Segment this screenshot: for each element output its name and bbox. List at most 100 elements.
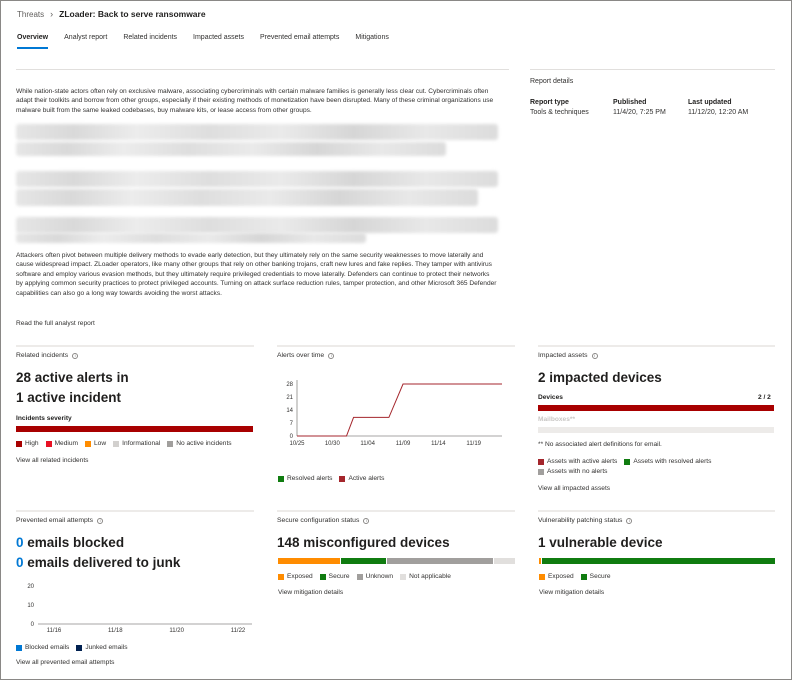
- report-type-column: Report type Tools & techniques: [530, 98, 589, 118]
- mailboxes-note: ** No associated alert definitions for e…: [538, 441, 662, 448]
- not-applicable-bar-segment: [494, 558, 515, 564]
- legend-swatch: [16, 644, 22, 651]
- legend-blocked-emails: Blocked emails: [16, 644, 69, 651]
- redacted-text-block: [16, 233, 366, 243]
- info-icon[interactable]: i: [328, 352, 335, 359]
- legend-label: Assets with active alerts: [547, 458, 618, 465]
- secure-config-title: Secure configuration status: [277, 517, 360, 524]
- tab-overview[interactable]: Overview: [17, 34, 49, 49]
- overview-paragraph-2: Attackers often pivot between multiple d…: [16, 252, 497, 297]
- overview-paragraph-1: While nation-state actors often rely on …: [16, 88, 494, 114]
- incidents-severity-label: Incidents severity: [16, 415, 72, 422]
- x-tick-label: 11/18: [108, 628, 123, 634]
- legend-unknown: Unknown: [356, 573, 393, 580]
- legend-assets-resolved-alerts: Assets with resolved alerts: [624, 458, 711, 465]
- legend-label: Junked emails: [85, 644, 128, 651]
- tab-analyst-report[interactable]: Analyst report: [64, 34, 107, 49]
- report-type-value: Tools & techniques: [530, 109, 589, 116]
- legend-label: Medium: [54, 440, 79, 447]
- legend-secure: Secure: [580, 573, 611, 580]
- y-tick-label: 0: [290, 434, 294, 440]
- vuln-patching-card-title: Vulnerability patching status i: [538, 517, 633, 524]
- x-tick-label: 11/20: [169, 628, 184, 634]
- impacted-assets-headline: 2 impacted devices: [538, 370, 662, 385]
- legend-low: Low: [85, 440, 106, 447]
- legend-swatch: [45, 440, 52, 447]
- alerts-over-time-chart: 0 7 14 21 28 10/25 10/30 11/04 11/09 11/14 11/19: [286, 380, 502, 447]
- legend-swatch: [278, 573, 284, 580]
- last-updated-value: 11/12/20, 12:20 AM: [688, 109, 749, 116]
- redacted-text-block: [16, 171, 498, 187]
- legend-swatch: [538, 468, 544, 475]
- legend-swatch: [539, 573, 545, 580]
- vuln-patching-legend: Exposed Secure: [539, 573, 611, 580]
- y-tick-label: 20: [27, 584, 34, 590]
- legend-junked-emails: Junked emails: [76, 644, 128, 651]
- legend-label: Secure: [328, 573, 350, 580]
- tab-related-incidents[interactable]: Related incidents: [123, 34, 177, 49]
- incidents-severity-bar: [16, 426, 253, 432]
- legend-swatch: [356, 573, 363, 580]
- divider: [16, 69, 509, 70]
- alerts-over-time-card-title: Alerts over time i: [277, 352, 335, 359]
- emails-junk-headline: 0 emails delivered to junk: [16, 553, 180, 572]
- tab-prevented-email-attempts[interactable]: Prevented email attempts: [260, 34, 339, 49]
- legend-label: Blocked emails: [25, 644, 70, 651]
- legend-label: Active alerts: [348, 475, 385, 482]
- active-alerts-line: [297, 383, 502, 437]
- view-related-incidents-link[interactable]: View all related incidents: [16, 457, 88, 464]
- devices-value: 2 / 2: [758, 394, 771, 401]
- card-divider: [16, 345, 254, 347]
- view-impacted-assets-link[interactable]: View all impacted assets: [538, 485, 610, 492]
- secure-config-card-title: Secure configuration status i: [277, 517, 370, 524]
- info-icon[interactable]: i: [626, 517, 633, 524]
- read-full-report-link[interactable]: Read the full analyst report: [16, 320, 95, 327]
- legend-label: Informational: [122, 440, 161, 447]
- impacted-assets-title: Impacted assets: [538, 352, 588, 359]
- prevented-email-chart: 0 10 20 11/16 11/18 11/20 11/22: [27, 584, 252, 634]
- view-mitigation-details-link[interactable]: View mitigation details: [539, 589, 604, 596]
- view-mitigation-details-link[interactable]: View mitigation details: [278, 589, 343, 596]
- alerts-legend: Resolved alerts Active alerts: [278, 475, 384, 482]
- breadcrumb-threats-link[interactable]: Threats: [17, 10, 44, 19]
- tab-impacted-assets[interactable]: Impacted assets: [193, 34, 244, 49]
- exposed-bar-segment: [539, 558, 541, 564]
- y-tick-label: 14: [286, 408, 293, 414]
- x-tick-label: 11/19: [466, 441, 481, 447]
- y-tick-label: 0: [31, 622, 35, 628]
- info-icon[interactable]: i: [97, 517, 104, 524]
- legend-swatch: [400, 573, 407, 580]
- y-tick-label: 7: [290, 421, 294, 427]
- info-icon[interactable]: i: [363, 517, 370, 524]
- legend-label: High: [25, 440, 39, 447]
- report-type-label: Report type: [530, 99, 569, 106]
- x-tick-label: 10/25: [289, 441, 305, 447]
- info-icon[interactable]: i: [591, 352, 598, 359]
- prevented-email-card-title: Prevented email attempts i: [16, 517, 104, 524]
- x-tick-label: 11/22: [231, 628, 246, 634]
- published-value: 11/4/20, 7:25 PM: [613, 109, 666, 116]
- legend-swatch: [538, 458, 544, 465]
- legend-label: Resolved alerts: [287, 475, 333, 482]
- incidents-severity-legend: High Medium Low Informational No active …: [16, 440, 256, 447]
- last-updated-label: Last updated: [688, 99, 732, 106]
- tab-bar: Overview Analyst report Related incident…: [17, 34, 389, 49]
- published-column: Published 11/4/20, 7:25 PM: [613, 98, 666, 118]
- legend-swatch: [624, 458, 631, 465]
- prevented-email-title: Prevented email attempts: [16, 517, 94, 524]
- card-divider: [277, 510, 515, 512]
- legend-not-applicable: Not applicable: [400, 573, 451, 580]
- divider: [530, 69, 775, 70]
- related-incidents-title: Related incidents: [16, 352, 69, 359]
- x-tick-label: 11/09: [396, 441, 411, 447]
- info-icon[interactable]: i: [72, 352, 79, 359]
- redacted-text-block: [16, 217, 498, 233]
- legend-swatch: [278, 475, 284, 482]
- x-tick-label: 10/30: [325, 441, 341, 447]
- tab-mitigations[interactable]: Mitigations: [355, 34, 388, 49]
- alerts-over-time-title: Alerts over time: [277, 352, 325, 359]
- view-prevented-email-link[interactable]: View all prevented email attempts: [16, 659, 114, 666]
- x-tick-label: 11/14: [431, 441, 446, 447]
- secure-bar-segment: [542, 558, 775, 564]
- page-title: ZLoader: Back to serve ransomware: [59, 9, 206, 19]
